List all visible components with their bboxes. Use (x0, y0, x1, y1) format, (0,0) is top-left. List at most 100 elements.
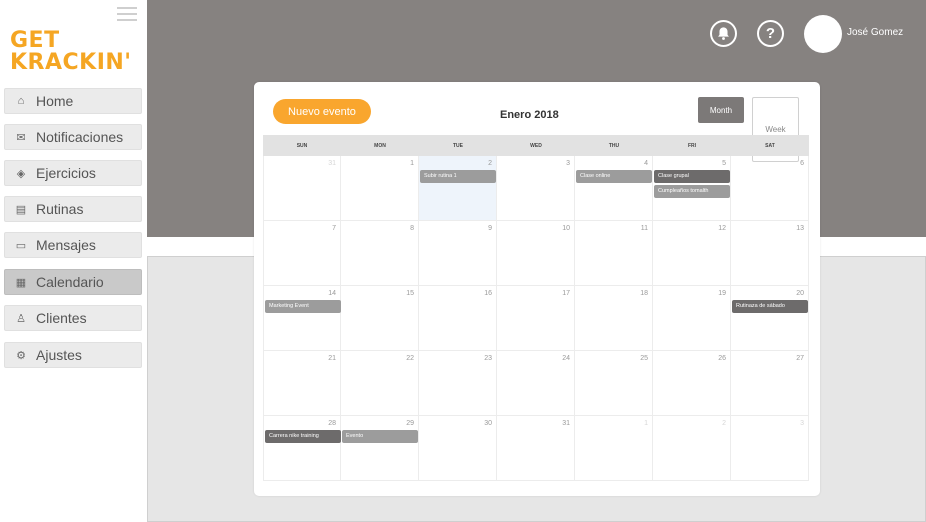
calendar-event[interactable]: Marketing Event (265, 300, 341, 313)
calendar-day-cell[interactable]: 4 Clase online (575, 156, 653, 221)
calendar-day-cell[interactable]: 27 (731, 351, 809, 416)
day-number: 18 (640, 290, 648, 297)
day-number: 1 (644, 420, 648, 427)
calendar-day-cell[interactable]: 14 Marketing Event (263, 286, 341, 351)
sidebar-item-clientes[interactable]: ♙ Clientes (4, 305, 142, 331)
weekday-header: TUE (453, 142, 463, 149)
calendar-day-cell[interactable]: 22 (341, 351, 419, 416)
calendar-day-cell[interactable]: 6 (731, 156, 809, 221)
calendar-weeks: 31 1 2 Subir rutina 1 3 4 Clase online 5 Clase g… (263, 156, 809, 481)
day-number: 25 (640, 355, 648, 362)
user-name[interactable]: José Gomez (847, 27, 903, 38)
calendar-event[interactable]: Clase grupal (654, 170, 730, 183)
calendar-day-cell[interactable]: 2 (653, 416, 731, 481)
calendar-day-cell[interactable]: 1 (341, 156, 419, 221)
new-event-button[interactable]: Nuevo evento (273, 99, 371, 124)
bell-icon[interactable] (710, 20, 737, 47)
document-icon: ▤ (15, 203, 27, 216)
calendar-day-cell[interactable]: 7 (263, 221, 341, 286)
calendar-day-cell[interactable]: 21 (263, 351, 341, 416)
calendar-day-cell[interactable]: 16 (419, 286, 497, 351)
day-number: 9 (488, 225, 492, 232)
day-number: 2 (722, 420, 726, 427)
calendar-icon: ▦ (15, 276, 27, 289)
calendar-day-cell[interactable]: 2 Subir rutina 1 (419, 156, 497, 221)
calendar-day-cell[interactable]: 17 (497, 286, 575, 351)
sidebar-item-notificaciones[interactable]: ✉ Notificaciones (4, 124, 142, 150)
sidebar-item-ejercicios[interactable]: ◈ Ejercicios (4, 160, 142, 186)
month-view-button[interactable]: Month (698, 97, 744, 123)
day-number: 21 (328, 355, 336, 362)
calendar-day-cell[interactable]: 23 (419, 351, 497, 416)
calendar-day-cell[interactable]: 3 (497, 156, 575, 221)
weekday-header: SUN (296, 142, 308, 149)
calendar-event[interactable]: Rutinaza de sábado (732, 300, 808, 313)
calendar-event[interactable]: Cumpleaños tomalth (654, 185, 730, 198)
calendar-grid: SUN MON TUE WED THU FRI SAT 31 1 2 Subir rutina 1… (263, 135, 809, 481)
day-number: 15 (406, 290, 414, 297)
calendar-day-cell[interactable]: 31 (497, 416, 575, 481)
sidebar-item-calendario[interactable]: ▦ Calendario (4, 269, 142, 295)
day-number: 24 (562, 355, 570, 362)
day-number: 29 (406, 420, 414, 427)
day-number: 16 (484, 290, 492, 297)
calendar-day-cell[interactable]: 18 (575, 286, 653, 351)
calendar-event[interactable]: Subir rutina 1 (420, 170, 496, 183)
day-number: 31 (328, 160, 336, 167)
weekday-header: FRI (687, 142, 697, 149)
calendar-day-cell[interactable]: 8 (341, 221, 419, 286)
calendar-day-cell[interactable]: 24 (497, 351, 575, 416)
calendar-day-cell[interactable]: 9 (419, 221, 497, 286)
day-number: 23 (484, 355, 492, 362)
calendar-day-cell[interactable]: 26 (653, 351, 731, 416)
calendar-day-cell[interactable]: 20 Rutinaza de sábado (731, 286, 809, 351)
sidebar-item-mensajes[interactable]: ▭ Mensajes (4, 232, 142, 258)
day-number: 6 (800, 160, 804, 167)
calendar-day-cell[interactable]: 11 (575, 221, 653, 286)
calendar-day-cell[interactable]: 10 (497, 221, 575, 286)
calendar-week-row: 21 22 23 24 25 26 27 (263, 351, 809, 416)
exercise-icon: ◈ (16, 167, 26, 180)
calendar-day-cell[interactable]: 29 Evento (341, 416, 419, 481)
brand-line-2: KRACKIN' (10, 50, 132, 75)
sidebar-item-label: Home (36, 93, 74, 109)
day-number: 10 (562, 225, 570, 232)
calendar-day-cell[interactable]: 5 Clase grupal Cumpleaños tomalth (653, 156, 731, 221)
calendar-day-cell[interactable]: 13 (731, 221, 809, 286)
calendar-day-cell[interactable]: 31 (263, 156, 341, 221)
message-icon: ▭ (15, 239, 27, 252)
calendar-day-cell[interactable]: 1 (575, 416, 653, 481)
day-number: 31 (562, 420, 570, 427)
day-number: 28 (328, 420, 336, 427)
calendar-day-cell[interactable]: 25 (575, 351, 653, 416)
calendar-week-row: 28 Carrera nike training 29 Evento 30 31 1 2 3 (263, 416, 809, 481)
day-number: 3 (800, 420, 804, 427)
bell-icon-graphic (718, 27, 729, 40)
calendar-event[interactable]: Clase online (576, 170, 652, 183)
hamburger-menu-icon[interactable] (117, 7, 137, 21)
calendar-day-cell[interactable]: 28 Carrera nike training (263, 416, 341, 481)
sidebar-item-home[interactable]: ⌂ Home (4, 88, 142, 114)
sidebar-item-ajustes[interactable]: ⚙ Ajustes (4, 342, 142, 368)
brand-logo: GET KRACKIN' (10, 30, 132, 74)
calendar-day-cell[interactable]: 30 (419, 416, 497, 481)
help-icon[interactable]: ? (757, 20, 784, 47)
calendar-day-cell[interactable]: 15 (341, 286, 419, 351)
day-number: 8 (410, 225, 414, 232)
calendar-day-cell[interactable]: 12 (653, 221, 731, 286)
day-number: 22 (406, 355, 414, 362)
home-icon: ⌂ (17, 95, 25, 107)
app-root: GET KRACKIN' ⌂ Home ✉ Notificaciones ◈ Ejerci… (0, 0, 926, 522)
day-number: 1 (410, 160, 414, 167)
day-number: 19 (718, 290, 726, 297)
avatar[interactable] (804, 15, 842, 53)
sidebar-item-rutinas[interactable]: ▤ Rutinas (4, 196, 142, 222)
calendar-event[interactable]: Evento (342, 430, 418, 443)
calendar-day-cell[interactable]: 19 (653, 286, 731, 351)
calendar-event[interactable]: Carrera nike training (265, 430, 341, 443)
sidebar: GET KRACKIN' ⌂ Home ✉ Notificaciones ◈ Ejerci… (0, 0, 147, 522)
calendar-day-cell[interactable]: 3 (731, 416, 809, 481)
sidebar-item-label: Calendario (36, 274, 104, 290)
day-number: 14 (328, 290, 336, 297)
day-number: 27 (796, 355, 804, 362)
